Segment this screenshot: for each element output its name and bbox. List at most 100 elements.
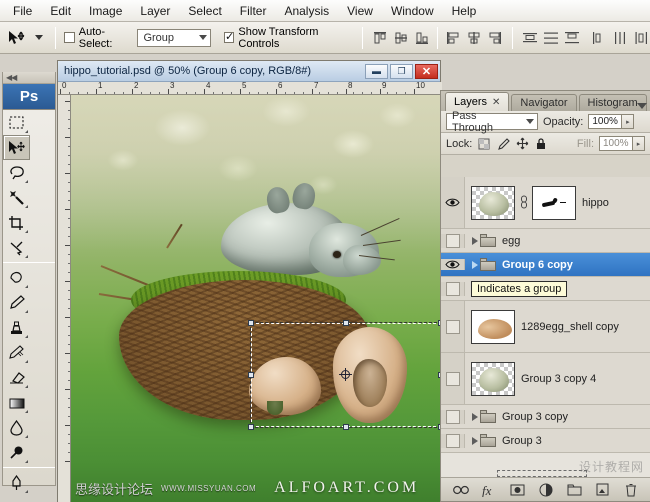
expand-group-icon[interactable] — [472, 261, 478, 269]
history-brush-tool[interactable] — [3, 340, 30, 365]
menu-item-select[interactable]: Select — [179, 1, 230, 21]
distribute-horizontal-centers-icon[interactable] — [611, 29, 629, 47]
link-layers-icon[interactable] — [452, 482, 470, 498]
brush-tool[interactable] — [3, 290, 30, 315]
close-icon[interactable]: ✕ — [492, 97, 500, 108]
layer-thumbnails[interactable] — [465, 186, 576, 220]
fill-slider-arrow-icon[interactable]: ▸ — [633, 136, 645, 151]
lock-transparent-pixels-icon[interactable] — [477, 137, 491, 151]
eraser-tool[interactable] — [3, 365, 30, 390]
align-right-edges-icon[interactable] — [486, 29, 504, 47]
layer-visibility-toggle[interactable] — [441, 259, 465, 270]
tab-navigator[interactable]: Navigator — [511, 94, 576, 111]
blur-tool[interactable] — [3, 415, 30, 440]
opacity-control[interactable]: 100% ▸ — [588, 114, 634, 129]
move-tool[interactable] — [3, 135, 30, 160]
lock-image-pixels-icon[interactable] — [496, 137, 510, 151]
close-button[interactable]: ✕ — [415, 64, 438, 79]
menu-item-analysis[interactable]: Analysis — [275, 1, 338, 21]
menu-item-layer[interactable]: Layer — [131, 1, 179, 21]
align-bottom-edges-icon[interactable] — [413, 29, 431, 47]
layer-row-egg[interactable]: egg — [441, 229, 650, 253]
move-tool-icon[interactable] — [4, 26, 28, 50]
new-adjustment-layer-icon[interactable] — [537, 482, 555, 498]
layer-visibility-toggle[interactable] — [441, 301, 465, 352]
layer-visibility-toggle[interactable] — [441, 434, 465, 448]
vertical-ruler[interactable] — [58, 95, 71, 502]
expand-group-icon[interactable] — [472, 437, 478, 445]
layer-visibility-toggle[interactable] — [441, 282, 465, 296]
opacity-value[interactable]: 100% — [588, 114, 622, 129]
layer-name[interactable]: egg — [496, 235, 520, 247]
collapse-arrows-icon[interactable]: ◀◀ — [6, 73, 16, 82]
layer-mask-thumbnail[interactable] — [532, 186, 576, 220]
tool-preset-chevron-down-icon[interactable] — [35, 35, 43, 40]
menu-item-file[interactable]: File — [4, 1, 41, 21]
horizontal-ruler[interactable]: 0 1 2 3 4 5 6 7 8 9 10 — [58, 82, 442, 95]
panel-menu-icon[interactable] — [637, 103, 647, 109]
show-transform-checkbox[interactable] — [224, 32, 234, 43]
expand-group-icon[interactable] — [472, 237, 478, 245]
opacity-slider-arrow-icon[interactable]: ▸ — [622, 114, 634, 129]
distribute-top-edges-icon[interactable] — [521, 29, 539, 47]
distribute-bottom-edges-icon[interactable] — [563, 29, 581, 47]
menu-item-window[interactable]: Window — [382, 1, 443, 21]
patch-healing-tool[interactable] — [3, 265, 30, 290]
auto-select-checkbox[interactable] — [64, 32, 74, 43]
layer-visibility-toggle[interactable] — [441, 234, 465, 248]
new-layer-icon[interactable] — [594, 482, 612, 498]
slice-tool[interactable] — [3, 235, 30, 260]
layer-row-group-unnamed[interactable]: Indicates a group — [441, 277, 650, 301]
layer-name[interactable]: 1289egg_shell copy — [515, 321, 619, 333]
distribute-vertical-centers-icon[interactable] — [542, 29, 560, 47]
layer-thumbnails[interactable] — [465, 310, 515, 344]
align-horizontal-centers-icon[interactable] — [465, 29, 483, 47]
delete-layer-icon[interactable] — [622, 482, 640, 498]
pen-tool[interactable] — [3, 470, 30, 495]
expand-group-icon[interactable] — [472, 413, 478, 421]
type-tool[interactable]: T — [3, 495, 30, 502]
layer-visibility-toggle[interactable] — [441, 410, 465, 424]
layer-visibility-toggle[interactable] — [441, 353, 465, 404]
canvas[interactable]: 思缘设计论坛 WWW.MISSYUAN.COM ALFOART.COM — [71, 95, 442, 502]
align-left-edges-icon[interactable] — [444, 29, 462, 47]
toolbox-drag-handle[interactable]: ◀◀ — [3, 72, 55, 84]
align-vertical-centers-icon[interactable] — [392, 29, 410, 47]
magic-wand-tool[interactable] — [3, 185, 30, 210]
fill-value[interactable]: 100% — [599, 136, 633, 151]
layer-name[interactable]: Group 3 copy 4 — [515, 373, 596, 385]
layer-row-1289egg-shell-copy[interactable]: 1289egg_shell copy — [441, 301, 650, 353]
menu-item-image[interactable]: Image — [80, 1, 131, 21]
clone-stamp-tool[interactable] — [3, 315, 30, 340]
layer-style-fx-icon[interactable]: fx — [480, 482, 498, 498]
layer-name[interactable]: hippo — [576, 197, 609, 209]
layer-thumbnail[interactable] — [471, 310, 515, 344]
align-top-edges-icon[interactable] — [371, 29, 389, 47]
layer-thumbnails[interactable] — [465, 362, 515, 396]
crop-tool[interactable] — [3, 210, 30, 235]
document-title-bar[interactable]: hippo_tutorial.psd @ 50% (Group 6 copy, … — [58, 61, 440, 82]
layer-name[interactable]: Group 3 copy — [496, 411, 568, 423]
menu-item-filter[interactable]: Filter — [231, 1, 276, 21]
layer-name[interactable]: Group 6 copy — [496, 259, 573, 271]
gradient-tool[interactable] — [3, 390, 30, 415]
layer-row-hippo[interactable]: hippo — [441, 177, 650, 229]
layer-row-group-6-copy[interactable]: Group 6 copy — [441, 253, 650, 277]
fill-control[interactable]: 100% ▸ — [599, 136, 645, 151]
layer-row-group-3[interactable]: Group 3 — [441, 429, 650, 453]
lock-all-icon[interactable] — [534, 137, 548, 151]
lasso-tool[interactable] — [3, 160, 30, 185]
rectangular-marquee-tool[interactable] — [3, 110, 30, 135]
lock-position-icon[interactable] — [515, 137, 529, 151]
layer-visibility-toggle[interactable] — [441, 177, 465, 228]
minimize-button[interactable]: ▬ — [365, 64, 388, 79]
transform-handle[interactable] — [248, 424, 254, 430]
add-layer-mask-icon[interactable] — [509, 482, 527, 498]
layer-name[interactable]: Group 3 — [496, 435, 542, 447]
link-mask-icon[interactable] — [519, 195, 528, 211]
tab-layers[interactable]: Layers ✕ — [445, 92, 509, 111]
distribute-right-edges-icon[interactable] — [632, 29, 650, 47]
restore-button[interactable]: ❐ — [390, 64, 413, 79]
transform-handle[interactable] — [343, 424, 349, 430]
menu-item-view[interactable]: View — [338, 1, 382, 21]
